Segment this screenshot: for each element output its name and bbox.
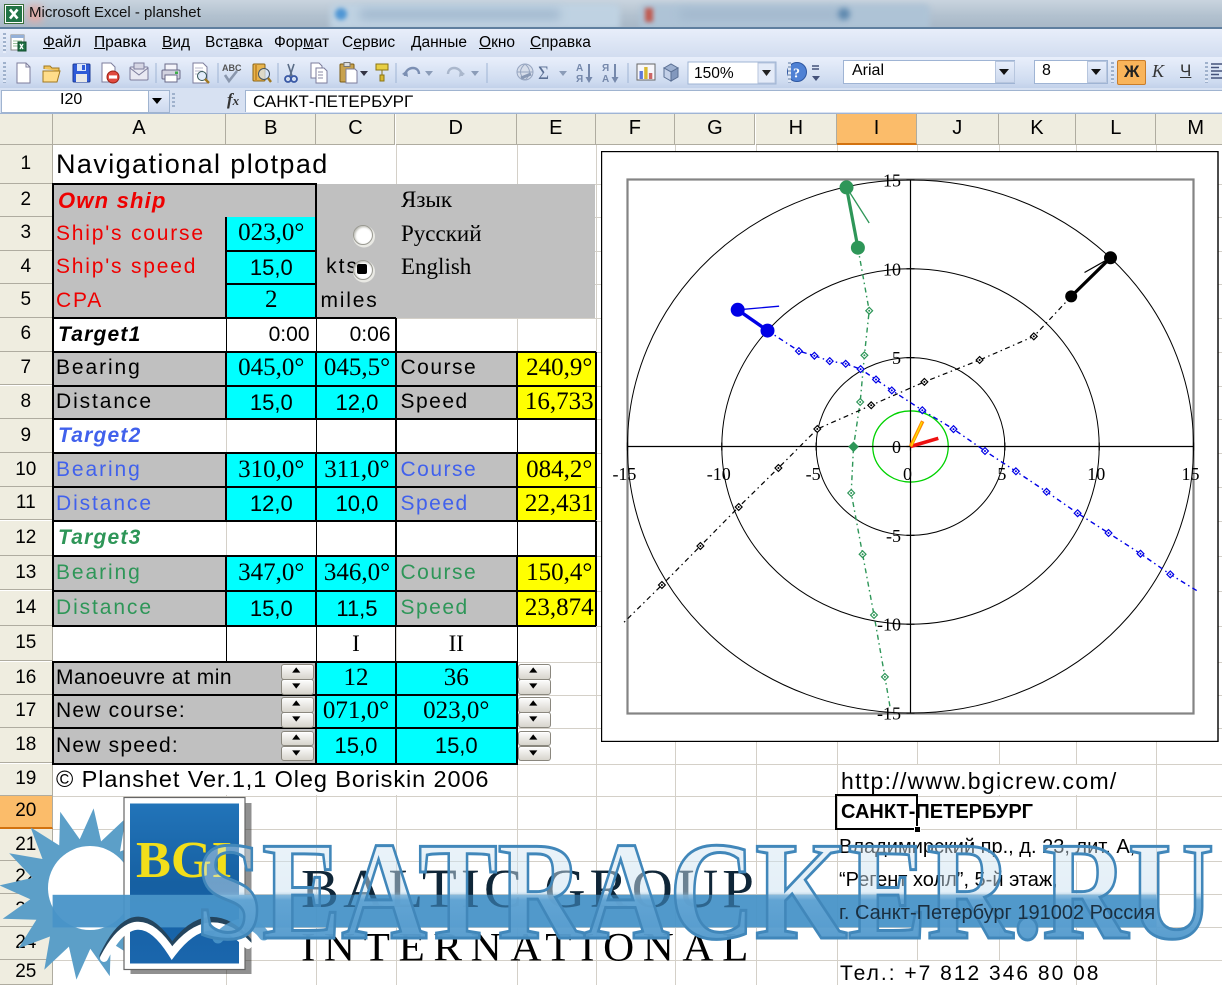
svg-text:Я: Я xyxy=(602,63,609,74)
svg-text:А: А xyxy=(576,63,583,74)
svg-text:10: 10 xyxy=(1087,464,1105,484)
svg-text:А: А xyxy=(602,74,609,85)
svg-text:SEATRACKER.RU: SEATRACKER.RU xyxy=(196,814,1214,969)
svg-text:150%: 150% xyxy=(694,65,734,82)
svg-text:-15: -15 xyxy=(877,704,901,724)
svg-text:-5: -5 xyxy=(806,464,821,484)
svg-text:-10: -10 xyxy=(707,464,731,484)
svg-text:0: 0 xyxy=(903,464,912,484)
svg-text:0: 0 xyxy=(892,437,901,457)
svg-text:5: 5 xyxy=(997,464,1006,484)
svg-text:ABC: ABC xyxy=(222,63,242,73)
svg-text:-15: -15 xyxy=(612,464,636,484)
svg-text:-10: -10 xyxy=(877,615,901,635)
svg-text:5: 5 xyxy=(892,348,901,368)
svg-text:-5: -5 xyxy=(886,526,901,546)
svg-text:Σ: Σ xyxy=(538,63,549,84)
svg-text:15: 15 xyxy=(1182,464,1200,484)
svg-text:?: ? xyxy=(793,67,800,82)
svg-text:Я: Я xyxy=(576,74,583,85)
svg-text:15: 15 xyxy=(883,170,901,190)
svg-text:10: 10 xyxy=(883,259,901,279)
